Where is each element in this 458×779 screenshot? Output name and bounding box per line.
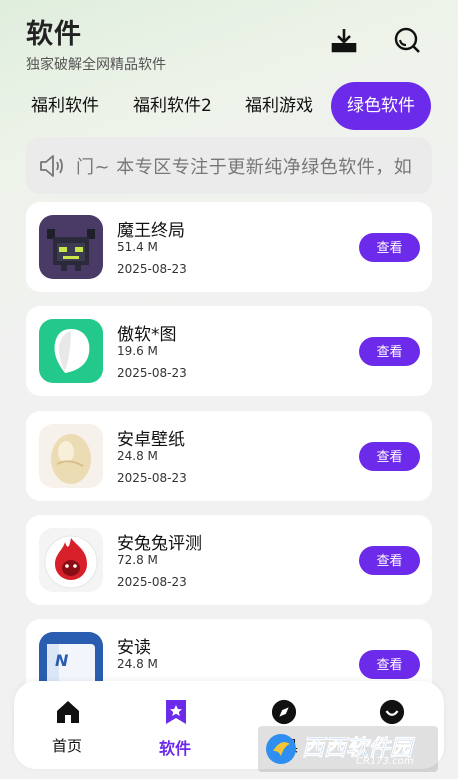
egg-icon: [39, 424, 103, 488]
app-card[interactable]: 安兔兔评测 72.8 M 2025-08-23 查看: [26, 515, 432, 605]
search-icon[interactable]: [391, 24, 423, 56]
app-name: 傲软*图: [117, 325, 177, 345]
app-date: 2025-08-23: [117, 262, 187, 276]
view-button[interactable]: 查看: [359, 650, 420, 679]
download-icon[interactable]: [328, 24, 360, 56]
pixel-demon-icon: [39, 215, 103, 279]
category-tabs: 福利软件 福利软件2 福利游戏 绿色软件: [0, 82, 458, 130]
app-name: 安兔兔评测: [117, 534, 202, 554]
tab-fuli-games[interactable]: 福利游戏: [245, 82, 313, 130]
app-card[interactable]: 魔王终局 51.4 M 2025-08-23 查看: [26, 202, 432, 292]
svg-text:N: N: [55, 651, 69, 670]
notice-text: 门~ 本专区专注于更新纯净绿色软件，如: [76, 156, 413, 178]
page-title: 软件: [26, 19, 82, 50]
app-name: 安读: [117, 638, 151, 658]
page-subtitle: 独家破解全网精品软件: [26, 57, 166, 73]
nav-home[interactable]: 首页: [17, 681, 117, 769]
app-date: 2025-08-23: [117, 575, 187, 589]
nav-label: 首页: [51, 737, 82, 755]
view-button[interactable]: 查看: [359, 546, 420, 575]
app-size: 72.8 M: [117, 553, 158, 567]
view-button[interactable]: 查看: [359, 337, 420, 366]
view-button[interactable]: 查看: [359, 442, 420, 471]
app-size: 24.8 M: [117, 657, 158, 671]
smiley-icon: [379, 699, 405, 725]
app-name: 魔王终局: [117, 221, 185, 241]
app-size: 24.8 M: [117, 449, 158, 463]
antutu-flame-icon: [39, 528, 103, 592]
app-date: 2025-08-23: [117, 471, 187, 485]
compass-icon: [271, 699, 297, 725]
tab-fuli-software[interactable]: 福利软件: [31, 82, 99, 130]
watermark-logo-icon: [266, 734, 296, 764]
app-size: 19.6 M: [117, 344, 158, 358]
app-card[interactable]: 安卓壁纸 24.8 M 2025-08-23 查看: [26, 411, 432, 501]
app-size: 51.4 M: [117, 240, 158, 254]
home-icon: [55, 699, 81, 725]
app-date: 2025-08-23: [117, 366, 187, 380]
speaker-icon: [38, 152, 66, 180]
bookmark-star-icon: [163, 699, 189, 725]
watermark-url: CR173.com: [356, 756, 414, 767]
page-header: 软件 独家破解全网精品软件: [26, 12, 166, 74]
view-button[interactable]: 查看: [359, 233, 420, 262]
nav-software[interactable]: 软件: [125, 681, 225, 769]
tab-green-software[interactable]: 绿色软件: [331, 82, 431, 130]
watermark: 西西软件园 CR173.com: [258, 726, 438, 772]
aoruan-leaf-icon: [39, 319, 103, 383]
tab-fuli-software-2[interactable]: 福利软件2: [133, 82, 212, 130]
nav-label: 软件: [158, 739, 191, 758]
notice-bar: 门~ 本专区专注于更新纯净绿色软件，如: [26, 137, 432, 194]
app-name: 安卓壁纸: [117, 430, 185, 450]
app-card[interactable]: 傲软*图 19.6 M 2025-08-23 查看: [26, 306, 432, 396]
